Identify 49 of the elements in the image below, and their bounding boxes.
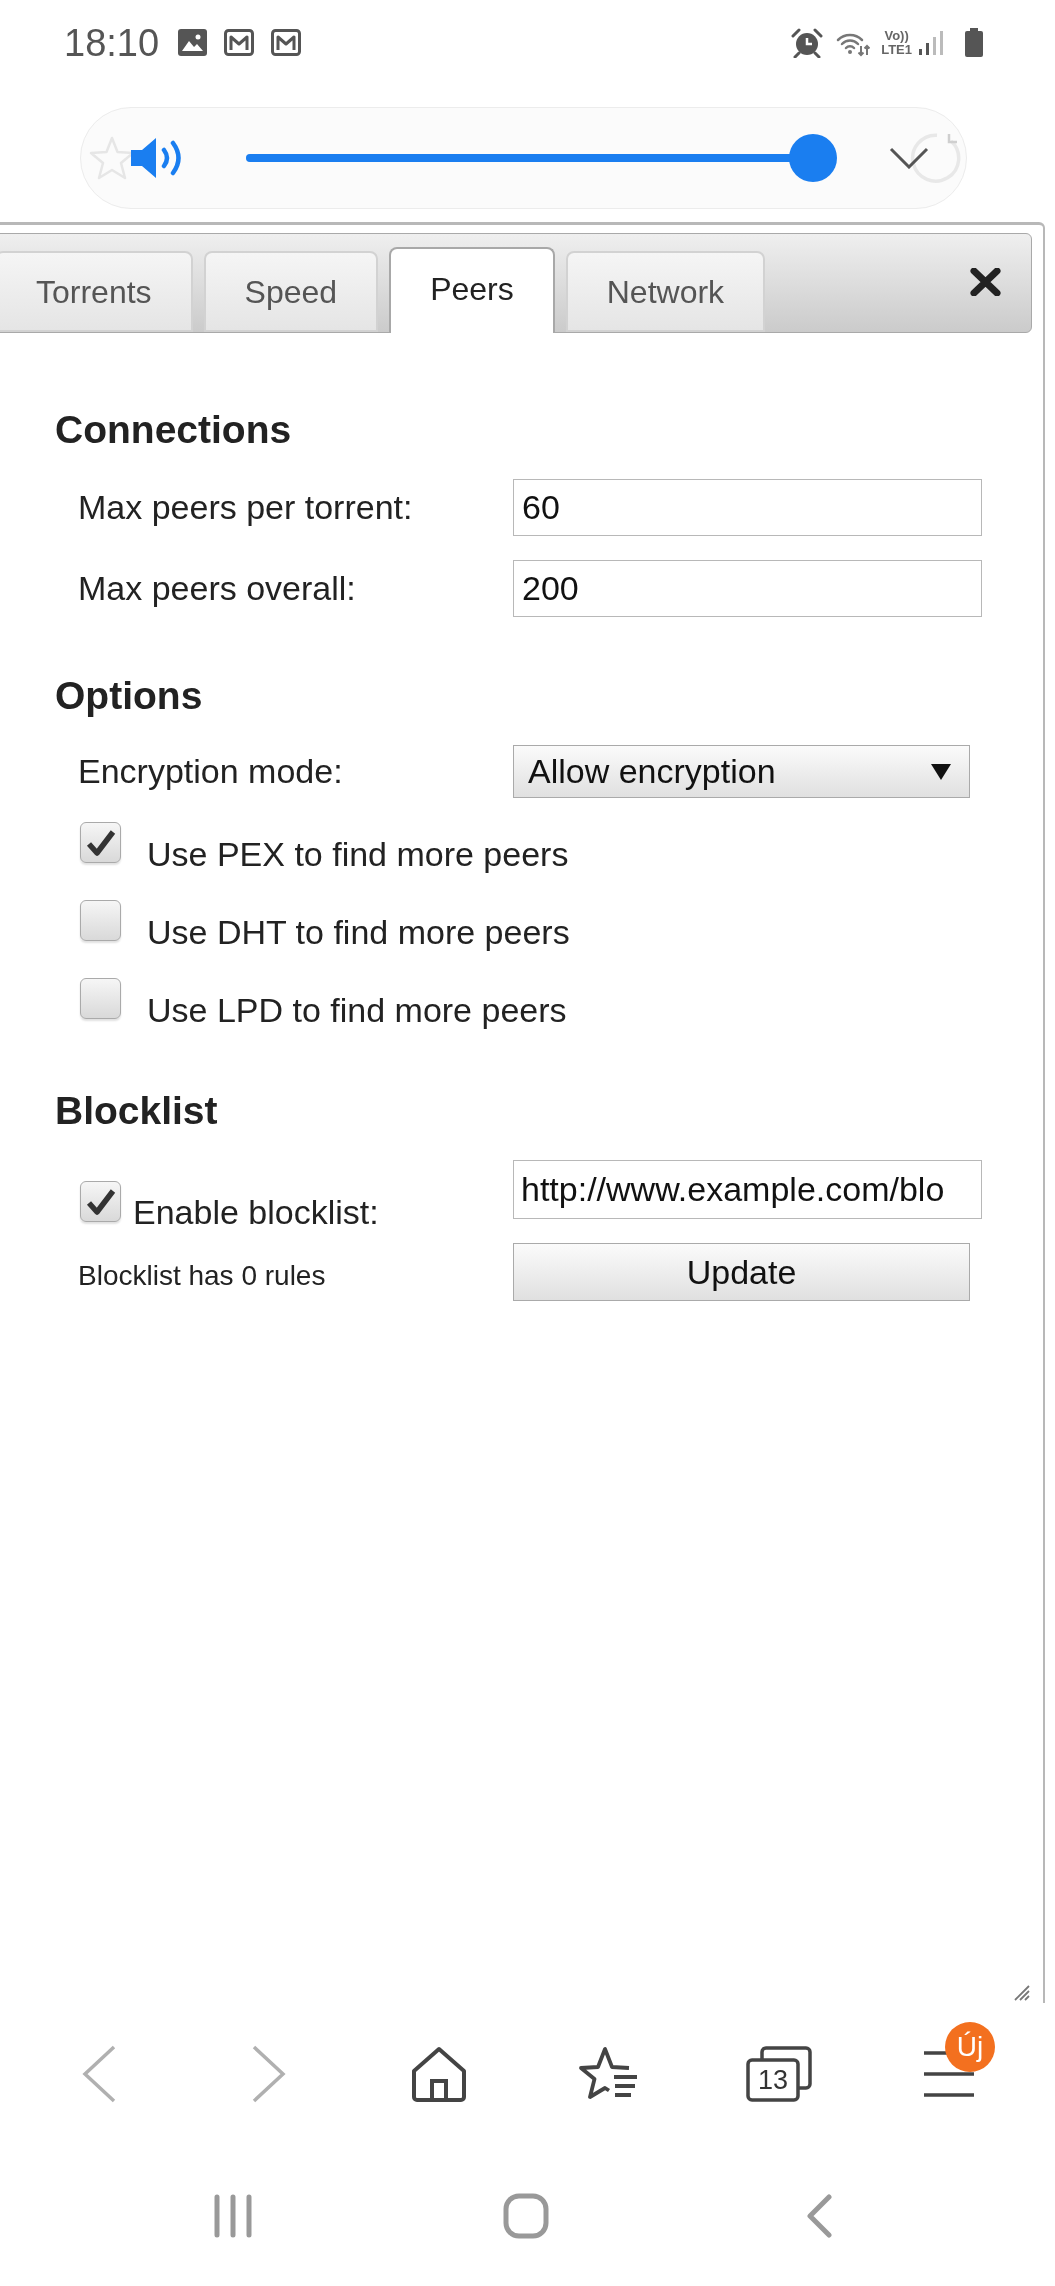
field-label: Encryption mode: bbox=[78, 751, 344, 792]
volte-label: Vo)) bbox=[884, 28, 909, 43]
close-icon bbox=[970, 268, 1001, 296]
star-list-icon[interactable] bbox=[579, 2046, 639, 2102]
checkbox-label: Use PEX to find more peers bbox=[147, 834, 569, 874]
chevron-down-icon[interactable] bbox=[889, 147, 929, 169]
checkmark-icon bbox=[85, 1187, 116, 1216]
image-icon bbox=[178, 29, 208, 56]
checkbox[interactable] bbox=[80, 978, 121, 1019]
signal-icon bbox=[918, 30, 944, 55]
checkbox-label: Use LPD to find more peers bbox=[147, 990, 567, 1030]
blocklist-status: Blocklist has 0 rules bbox=[78, 1259, 327, 1293]
checkbox[interactable] bbox=[80, 822, 121, 863]
stacked-tabs-icon bbox=[746, 2046, 812, 2102]
status-time: 18:10 bbox=[64, 23, 160, 62]
section-heading: Connections bbox=[55, 407, 293, 453]
tab[interactable]: Speed bbox=[203, 251, 379, 332]
alarm-clock-icon bbox=[791, 27, 824, 58]
checkbox[interactable] bbox=[80, 900, 121, 941]
mail-icon bbox=[271, 29, 302, 56]
slider-thumb[interactable] bbox=[789, 134, 837, 182]
tab[interactable]: Torrents bbox=[0, 251, 193, 332]
checkbox-label: Enable blocklist: bbox=[133, 1192, 379, 1232]
network-type-label: LTE1 bbox=[881, 42, 912, 57]
section-heading: Options bbox=[55, 673, 204, 719]
checkbox[interactable] bbox=[80, 1181, 121, 1222]
dropdown-arrow-icon bbox=[931, 763, 951, 780]
mail-icon bbox=[224, 29, 255, 56]
number-field[interactable]: 200 bbox=[513, 560, 982, 617]
chevron-left-icon bbox=[82, 2045, 116, 2103]
chevron-right-icon bbox=[252, 2045, 286, 2103]
volume-slider[interactable] bbox=[246, 134, 837, 182]
checkmark-icon bbox=[85, 828, 116, 857]
field-label: Max peers overall: bbox=[78, 568, 357, 609]
tab[interactable]: Network bbox=[565, 251, 766, 332]
back-icon[interactable] bbox=[805, 2193, 832, 2238]
checkbox-label: Use DHT to find more peers bbox=[147, 912, 570, 952]
encryption-dropdown[interactable]: Allow encryption bbox=[513, 745, 970, 798]
section-heading: Blocklist bbox=[55, 1088, 219, 1134]
tabs-button[interactable]: 13 bbox=[746, 2046, 812, 2102]
url-field[interactable]: http://www.example.com/blo bbox=[513, 1160, 982, 1219]
update-button[interactable]: Update bbox=[513, 1243, 970, 1301]
number-field[interactable]: 60 bbox=[513, 479, 982, 536]
battery-icon bbox=[965, 28, 983, 57]
home-icon[interactable] bbox=[410, 2045, 468, 2103]
field-label: Max peers per torrent: bbox=[78, 487, 414, 528]
notification-badge: Új bbox=[945, 2022, 995, 2072]
tab[interactable]: Peers bbox=[389, 247, 555, 333]
close-button[interactable] bbox=[970, 268, 1001, 296]
